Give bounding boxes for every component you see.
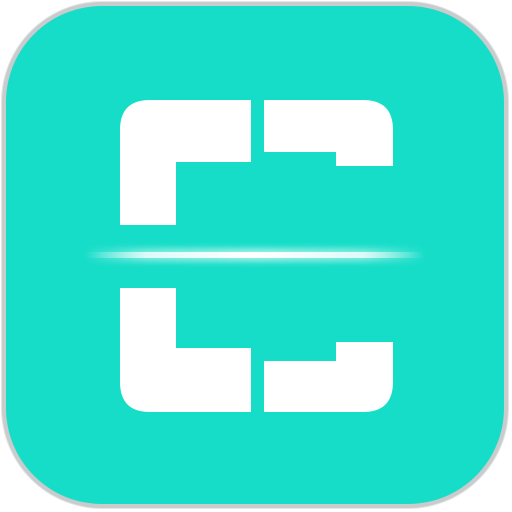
scanner-icon: [84, 100, 426, 412]
icon-canvas: [0, 0, 512, 512]
scanner-app-icon[interactable]: [6, 6, 504, 504]
scan-bracket-top-left: [120, 100, 251, 225]
scan-bracket-bottom-right: [264, 342, 393, 412]
scan-bracket-top-right: [264, 100, 393, 166]
scan-bracket-bottom-left: [120, 288, 251, 412]
scan-line: [86, 252, 424, 258]
